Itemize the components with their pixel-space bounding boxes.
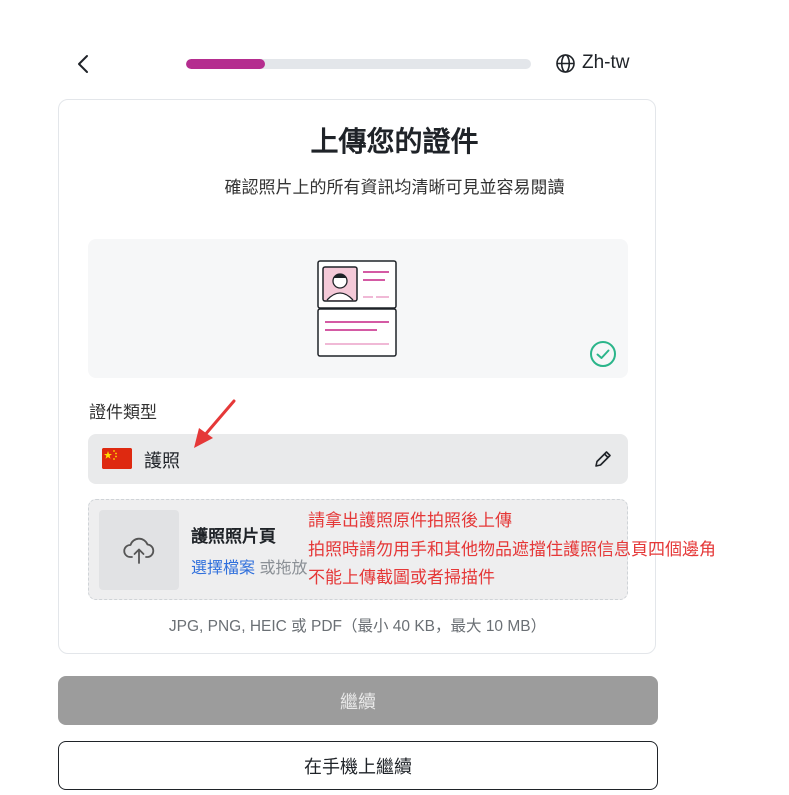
file-format-note: JPG, PNG, HEIC 或 PDF（最小 40 KB，最大 10 MB） [168, 618, 547, 635]
annotation-line-2: 拍照時請勿用手和其他物品遮擋住護照信息頁四個邊角 [308, 540, 716, 560]
doc-type-value: 護照 [144, 451, 180, 471]
cloud-upload-icon [123, 537, 155, 564]
progress-bar [186, 59, 531, 69]
upload-instructions: 選擇檔案 或拖放 [191, 554, 307, 578]
page-subtitle: 確認照片上的所有資訊均清晰可見並容易閱讀 [224, 178, 565, 197]
china-flag-icon [102, 448, 132, 469]
check-circle-icon [590, 341, 616, 367]
drag-drop-text: 或拖放 [259, 560, 308, 577]
pencil-icon[interactable] [592, 448, 614, 470]
globe-icon [556, 53, 575, 73]
top-bar: Zh-tw [0, 0, 789, 100]
doc-type-select[interactable]: 護照 [88, 434, 628, 484]
continue-on-mobile-button[interactable]: 在手機上繼續 [58, 741, 658, 790]
annotation-arrow-icon [194, 399, 236, 448]
choose-file-link[interactable]: 選擇檔案 [191, 560, 255, 577]
language-selector[interactable]: Zh-tw [555, 52, 630, 74]
upload-title: 護照照片頁 [191, 527, 276, 546]
upload-thumbnail [99, 510, 179, 590]
chevron-left-icon [78, 55, 88, 73]
page-title: 上傳您的證件 [310, 126, 479, 157]
back-button[interactable] [70, 50, 98, 78]
progress-fill [186, 59, 266, 69]
doc-type-label: 證件類型 [89, 403, 157, 422]
annotation-line-1: 請拿出護照原件拍照後上傳 [308, 511, 512, 531]
id-document-illustration [317, 260, 397, 357]
annotation-line-3: 不能上傳截圖或者掃描件 [308, 568, 495, 588]
continue-button[interactable]: 繼續 [58, 676, 658, 725]
language-label: Zh-tw [582, 52, 630, 73]
